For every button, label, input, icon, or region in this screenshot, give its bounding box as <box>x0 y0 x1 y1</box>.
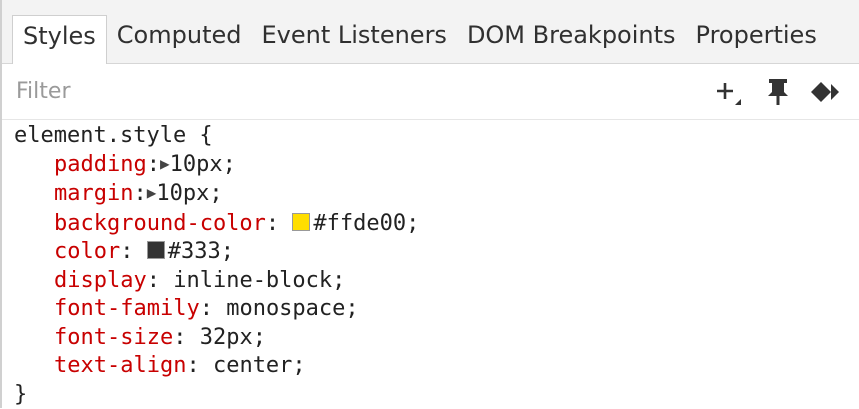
rule-closing-brace: } <box>14 381 859 409</box>
property-value[interactable]: inline-block; <box>173 268 345 293</box>
property-name[interactable]: margin <box>54 181 133 206</box>
declaration-background-color[interactable]: background-color: #ffde00; <box>14 210 859 239</box>
declaration-separator: : <box>200 296 227 321</box>
property-name[interactable]: padding <box>54 152 147 177</box>
new-style-rule-icon <box>713 77 743 107</box>
pin-button[interactable] <box>765 77 791 107</box>
property-name[interactable]: text-align <box>54 353 186 378</box>
declaration-separator: : <box>133 181 146 206</box>
property-name[interactable]: font-size <box>54 325 173 350</box>
declaration-separator: : <box>173 325 200 350</box>
property-value[interactable]: 10px; <box>170 152 236 177</box>
declaration-text-align[interactable]: text-align: center; <box>14 352 859 381</box>
declaration-margin[interactable]: margin:▶10px; <box>14 180 859 210</box>
filter-input[interactable] <box>16 79 691 104</box>
property-name[interactable]: display <box>54 268 147 293</box>
declaration-font-family[interactable]: font-family: monospace; <box>14 295 859 324</box>
property-value[interactable]: #333; <box>168 239 234 264</box>
declaration-padding[interactable]: padding:▶10px; <box>14 151 859 181</box>
color-swatch[interactable] <box>292 213 310 231</box>
property-name[interactable]: font-family <box>54 296 200 321</box>
expand-triangle-icon[interactable]: ▶ <box>160 154 170 173</box>
filter-bar <box>2 64 859 120</box>
element-state-button[interactable] <box>809 79 845 105</box>
element-state-icon <box>809 79 845 105</box>
property-value[interactable]: center; <box>213 353 306 378</box>
expand-triangle-icon[interactable]: ▶ <box>147 183 157 202</box>
declaration-separator: : <box>147 152 160 177</box>
property-value[interactable]: #ffde00; <box>313 211 419 236</box>
property-name[interactable]: color <box>54 239 120 264</box>
declaration-separator: : <box>147 268 174 293</box>
declaration-display[interactable]: display: inline-block; <box>14 267 859 296</box>
tab-computed[interactable]: Computed <box>107 15 252 63</box>
rule-selector[interactable]: element.style { <box>14 122 859 151</box>
declaration-font-size[interactable]: font-size: 32px; <box>14 324 859 353</box>
declaration-color[interactable]: color: #333; <box>14 238 859 267</box>
declaration-separator: : <box>186 353 213 378</box>
property-value[interactable]: monospace; <box>226 296 358 321</box>
tab-styles[interactable]: Styles <box>12 15 107 64</box>
pin-icon <box>765 77 791 107</box>
color-swatch[interactable] <box>147 241 165 259</box>
property-name[interactable]: background-color <box>54 211 266 236</box>
property-value[interactable]: 32px; <box>200 325 266 350</box>
new-style-rule-button[interactable] <box>713 77 743 107</box>
declaration-separator: : <box>120 239 147 264</box>
tab-dom-breakpoints[interactable]: DOM Breakpoints <box>457 15 686 63</box>
tab-event-listeners[interactable]: Event Listeners <box>251 15 456 63</box>
declaration-separator: : <box>266 211 293 236</box>
style-rules: element.style { padding:▶10px; margin:▶1… <box>2 120 859 409</box>
tab-properties[interactable]: Properties <box>686 15 827 63</box>
tab-bar: Styles Computed Event Listeners DOM Brea… <box>2 0 859 64</box>
styles-pane: Styles Computed Event Listeners DOM Brea… <box>0 0 859 408</box>
property-value[interactable]: 10px; <box>156 181 222 206</box>
